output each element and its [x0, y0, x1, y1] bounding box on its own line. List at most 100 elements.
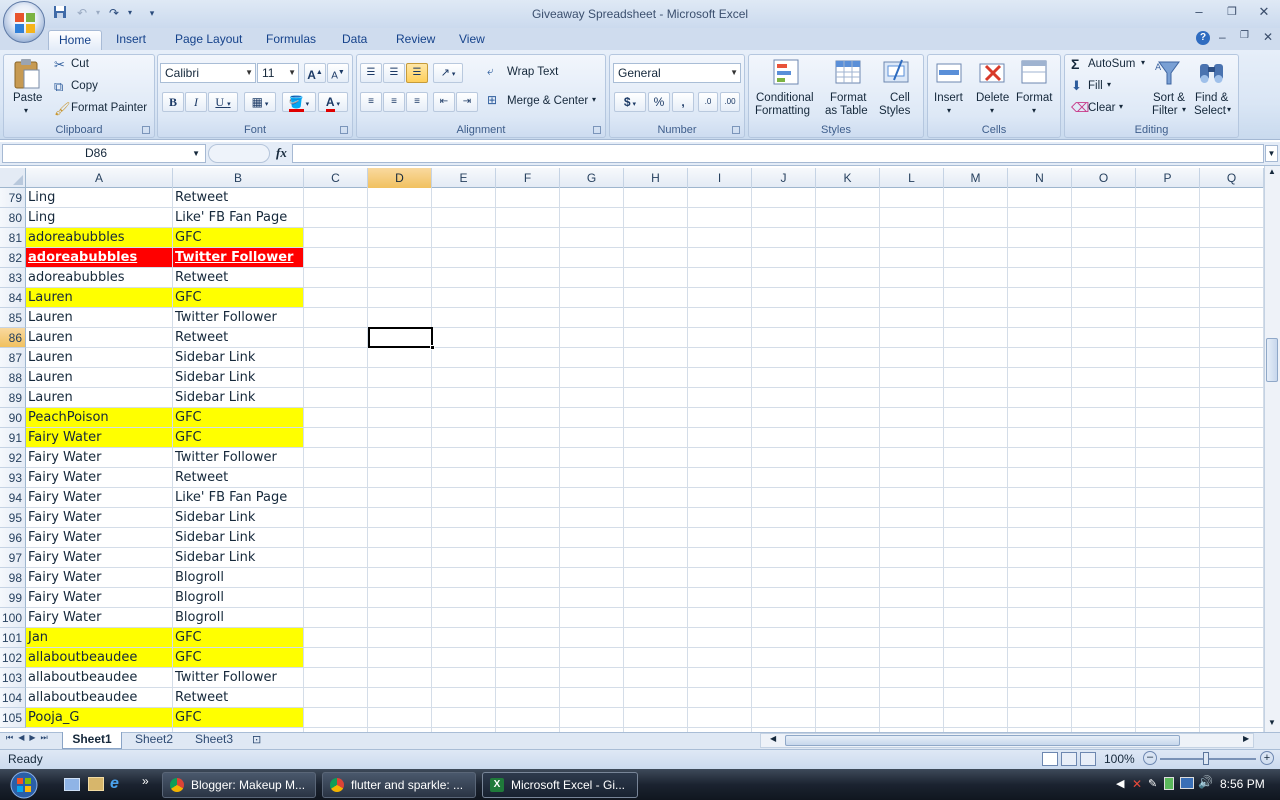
sort-filter-button[interactable]: A Sort & Filter ▾	[1150, 56, 1192, 122]
sheet-nav-arrows[interactable]: ⏮◀▶⏭	[6, 733, 53, 743]
row-header-90[interactable]: 90	[0, 408, 26, 428]
decrease-indent-button[interactable]: ⇤	[433, 92, 455, 112]
horizontal-scroll-thumb[interactable]	[785, 735, 1180, 746]
cell-a89[interactable]: Lauren	[26, 388, 173, 408]
vertical-scrollbar[interactable]	[1264, 166, 1280, 732]
tab-formulas[interactable]: Formulas	[256, 30, 326, 50]
network-icon[interactable]	[1180, 777, 1194, 789]
cell-a94[interactable]: Fairy Water	[26, 488, 173, 508]
row-header-86[interactable]: 86	[0, 328, 26, 348]
page-layout-view-icon[interactable]	[1061, 752, 1077, 766]
cell-b90[interactable]: GFC	[173, 408, 304, 428]
tab-data[interactable]: Data	[332, 30, 377, 50]
cell-b104[interactable]: Retweet	[173, 688, 304, 708]
column-header-f[interactable]: F	[496, 168, 560, 188]
security-alert-icon[interactable]: ✕	[1132, 777, 1142, 791]
cell-b105[interactable]: GFC	[173, 708, 304, 728]
paste-button[interactable]: Paste ▾	[8, 56, 46, 116]
minimize-icon[interactable]: –	[1188, 4, 1210, 20]
cell-a101[interactable]: Jan	[26, 628, 173, 648]
cell-b85[interactable]: Twitter Follower	[173, 308, 304, 328]
font-color-button[interactable]: A ▾	[318, 92, 348, 112]
cell-b94[interactable]: Like' FB Fan Page	[173, 488, 304, 508]
tab-home[interactable]: Home	[48, 30, 103, 50]
taskbar-item-blogger[interactable]: Blogger: Makeup M...	[162, 772, 316, 798]
decrease-decimal-button[interactable]: .00	[720, 92, 740, 112]
cell-b82[interactable]: Twitter Follower	[173, 248, 304, 268]
align-top-button[interactable]: ☰	[360, 63, 382, 83]
row-header-97[interactable]: 97	[0, 548, 26, 568]
row-header-93[interactable]: 93	[0, 468, 26, 488]
row-header-92[interactable]: 92	[0, 448, 26, 468]
tab-insert[interactable]: Insert	[106, 30, 156, 50]
insert-sheet-icon[interactable]: ⊡	[252, 733, 270, 747]
column-header-k[interactable]: K	[816, 168, 880, 188]
scroll-left-icon[interactable]: ◀	[770, 734, 776, 743]
row-header-85[interactable]: 85	[0, 308, 26, 328]
pen-tray-icon[interactable]: ✎	[1148, 777, 1157, 790]
row-header-98[interactable]: 98	[0, 568, 26, 588]
underline-button[interactable]: U ▾	[208, 92, 238, 112]
row-header-82[interactable]: 82	[0, 248, 26, 268]
zoom-level[interactable]: 100%	[1104, 752, 1135, 766]
name-box[interactable]: D86 ▼	[2, 144, 206, 163]
internet-explorer-icon[interactable]: e	[110, 775, 119, 793]
currency-button[interactable]: $ ▾	[614, 92, 646, 112]
column-header-c[interactable]: C	[304, 168, 368, 188]
column-header-d[interactable]: D	[368, 168, 432, 188]
cell-a83[interactable]: adoreabubbles	[26, 268, 173, 288]
cell-b86[interactable]: Retweet	[173, 328, 304, 348]
office-button[interactable]	[3, 1, 45, 43]
cell-b95[interactable]: Sidebar Link	[173, 508, 304, 528]
tab-view[interactable]: View	[449, 30, 495, 50]
cell-a104[interactable]: allaboutbeaudee	[26, 688, 173, 708]
close-icon[interactable]: ✕	[1253, 4, 1275, 20]
cell-b92[interactable]: Twitter Follower	[173, 448, 304, 468]
cell-b96[interactable]: Sidebar Link	[173, 528, 304, 548]
scroll-down-icon[interactable]: ▼	[1266, 717, 1278, 729]
cell-b91[interactable]: GFC	[173, 428, 304, 448]
column-header-h[interactable]: H	[624, 168, 688, 188]
cell-b97[interactable]: Sidebar Link	[173, 548, 304, 568]
cell-b93[interactable]: Retweet	[173, 468, 304, 488]
align-left-button[interactable]: ≡	[360, 92, 382, 112]
column-header-i[interactable]: I	[688, 168, 752, 188]
number-format-dropdown[interactable]: General ▼	[613, 63, 741, 83]
format-as-table-button[interactable]: Format as Table	[824, 56, 874, 122]
row-header-96[interactable]: 96	[0, 528, 26, 548]
column-header-l[interactable]: L	[880, 168, 944, 188]
workbook-close-icon[interactable]: ✕	[1263, 30, 1273, 44]
copy-button[interactable]: ⧉ Copy	[52, 79, 142, 97]
vertical-scroll-thumb[interactable]	[1266, 338, 1278, 382]
name-box-dropdown-icon[interactable]: ▼	[192, 145, 200, 162]
row-header-104[interactable]: 104	[0, 688, 26, 708]
font-launcher-icon[interactable]	[340, 126, 348, 134]
cell-a100[interactable]: Fairy Water	[26, 608, 173, 628]
taskbar-item-excel[interactable]: X Microsoft Excel - Gi...	[482, 772, 638, 798]
cell-b103[interactable]: Twitter Follower	[173, 668, 304, 688]
clear-button[interactable]: ⌫ Clear ▾	[1069, 100, 1135, 118]
cell-a84[interactable]: Lauren	[26, 288, 173, 308]
row-header-101[interactable]: 101	[0, 628, 26, 648]
column-header-n[interactable]: N	[1008, 168, 1072, 188]
cell-b100[interactable]: Blogroll	[173, 608, 304, 628]
row-header-91[interactable]: 91	[0, 428, 26, 448]
cell-a81[interactable]: adoreabubbles	[26, 228, 173, 248]
column-header-m[interactable]: M	[944, 168, 1008, 188]
row-header-81[interactable]: 81	[0, 228, 26, 248]
page-break-view-icon[interactable]	[1080, 752, 1096, 766]
cell-b102[interactable]: GFC	[173, 648, 304, 668]
insert-cells-button[interactable]: Insert ▾	[930, 56, 972, 122]
cell-b101[interactable]: GFC	[173, 628, 304, 648]
row-header-89[interactable]: 89	[0, 388, 26, 408]
column-header-j[interactable]: J	[752, 168, 816, 188]
cell-a95[interactable]: Fairy Water	[26, 508, 173, 528]
cell-b84[interactable]: GFC	[173, 288, 304, 308]
zoom-in-icon[interactable]: +	[1260, 751, 1274, 765]
cell-a88[interactable]: Lauren	[26, 368, 173, 388]
expand-formula-bar-icon[interactable]: ▼	[1265, 145, 1278, 162]
find-select-button[interactable]: Find & Select ▾	[1192, 56, 1236, 122]
row-header-102[interactable]: 102	[0, 648, 26, 668]
sheet-tab-sheet2[interactable]: Sheet2	[124, 732, 184, 749]
cell-a98[interactable]: Fairy Water	[26, 568, 173, 588]
